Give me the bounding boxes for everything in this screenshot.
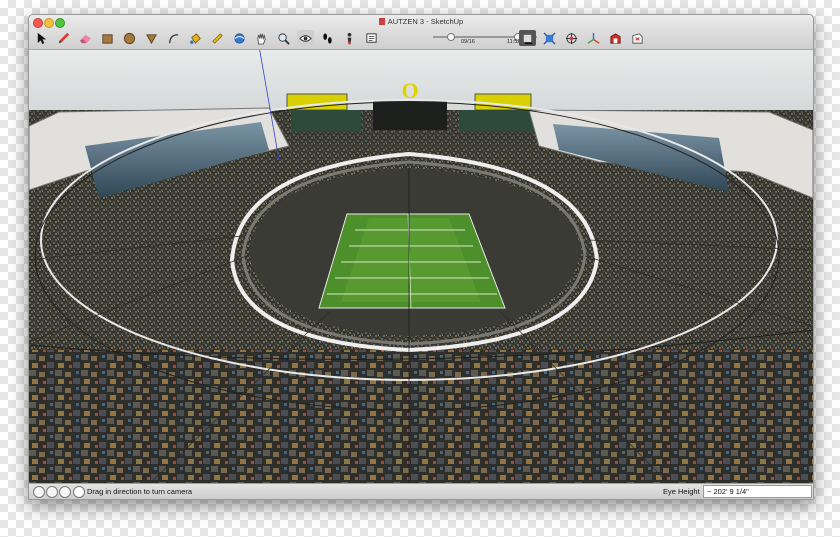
eraser-icon <box>79 34 92 43</box>
scenes-tool[interactable] <box>363 30 380 46</box>
status-message: Drag in direction to turn camera <box>87 487 193 496</box>
title-bar[interactable]: AUTZEN 3 - SketchUp 09/16 11:52 <box>29 15 813 50</box>
pencil-icon <box>58 32 70 43</box>
arc-tool[interactable] <box>165 30 182 46</box>
orbit-icon <box>234 32 245 44</box>
line-tool[interactable] <box>55 30 72 46</box>
paint-bucket-icon <box>190 32 201 44</box>
tape-measure-tool[interactable] <box>209 30 226 46</box>
circle-icon <box>123 32 136 44</box>
circle-tool[interactable] <box>121 30 138 46</box>
hand-icon <box>257 33 266 45</box>
magnifier-icon <box>278 32 290 45</box>
zoom-tool[interactable] <box>275 30 292 46</box>
section-plane-tool[interactable] <box>563 30 580 46</box>
credits-icon[interactable] <box>46 486 58 498</box>
zoom-extents-tool[interactable] <box>541 30 558 46</box>
main-toolbar <box>33 29 385 47</box>
look-around-tool[interactable] <box>297 30 314 46</box>
tape-measure-icon <box>212 32 223 44</box>
polygon-tool[interactable] <box>143 30 160 46</box>
measurement-label: Eye Height <box>663 487 700 496</box>
zoom-extents-icon <box>543 31 556 45</box>
shadow-date-label: 09/16 <box>461 39 475 45</box>
footsteps-icon <box>323 32 332 44</box>
select-tool[interactable] <box>33 30 50 46</box>
warehouse-icon <box>610 32 621 44</box>
rectangle-tool[interactable] <box>99 30 116 46</box>
section-plane-icon <box>565 32 578 44</box>
warehouse-tool[interactable] <box>607 30 624 46</box>
share-model-tool[interactable] <box>629 30 646 46</box>
document-icon <box>378 18 385 25</box>
date-slider-knob[interactable] <box>446 33 455 41</box>
window-title: AUTZEN 3 - SketchUp <box>29 17 813 26</box>
camera-person-icon <box>347 32 352 45</box>
geo-location-icon[interactable] <box>33 486 45 498</box>
paint-bucket-tool[interactable] <box>187 30 204 46</box>
eye-icon <box>299 34 312 42</box>
arrow-cursor-icon <box>37 32 47 44</box>
model-viewport[interactable]: O <box>29 50 813 484</box>
axes-tool[interactable] <box>585 30 602 46</box>
polygon-icon <box>146 33 157 44</box>
pan-tool[interactable] <box>253 30 270 46</box>
scenes-icon <box>366 32 377 43</box>
sketchup-window: AUTZEN 3 - SketchUp 09/16 11:52 O Drag i… <box>28 14 814 500</box>
axes-icon <box>587 32 600 44</box>
share-model-icon <box>632 32 643 44</box>
status-bar: Drag in direction to turn camera Eye Hei… <box>29 483 813 499</box>
stadium-model-render[interactable]: O <box>29 50 813 484</box>
rectangle-icon <box>102 33 113 44</box>
help-icon[interactable] <box>73 486 85 498</box>
orbit-tool[interactable] <box>231 30 248 46</box>
walk-tool[interactable] <box>319 30 336 46</box>
measurement-input[interactable]: ~ 202' 9 1/4" <box>703 485 812 498</box>
shadows-toggle[interactable] <box>519 30 536 46</box>
user-icon[interactable] <box>59 486 71 498</box>
eraser-tool[interactable] <box>77 30 94 46</box>
arc-icon <box>169 33 179 43</box>
position-camera-tool[interactable] <box>341 30 358 46</box>
right-toolbar <box>519 29 651 47</box>
shadow-box-icon <box>523 34 534 44</box>
